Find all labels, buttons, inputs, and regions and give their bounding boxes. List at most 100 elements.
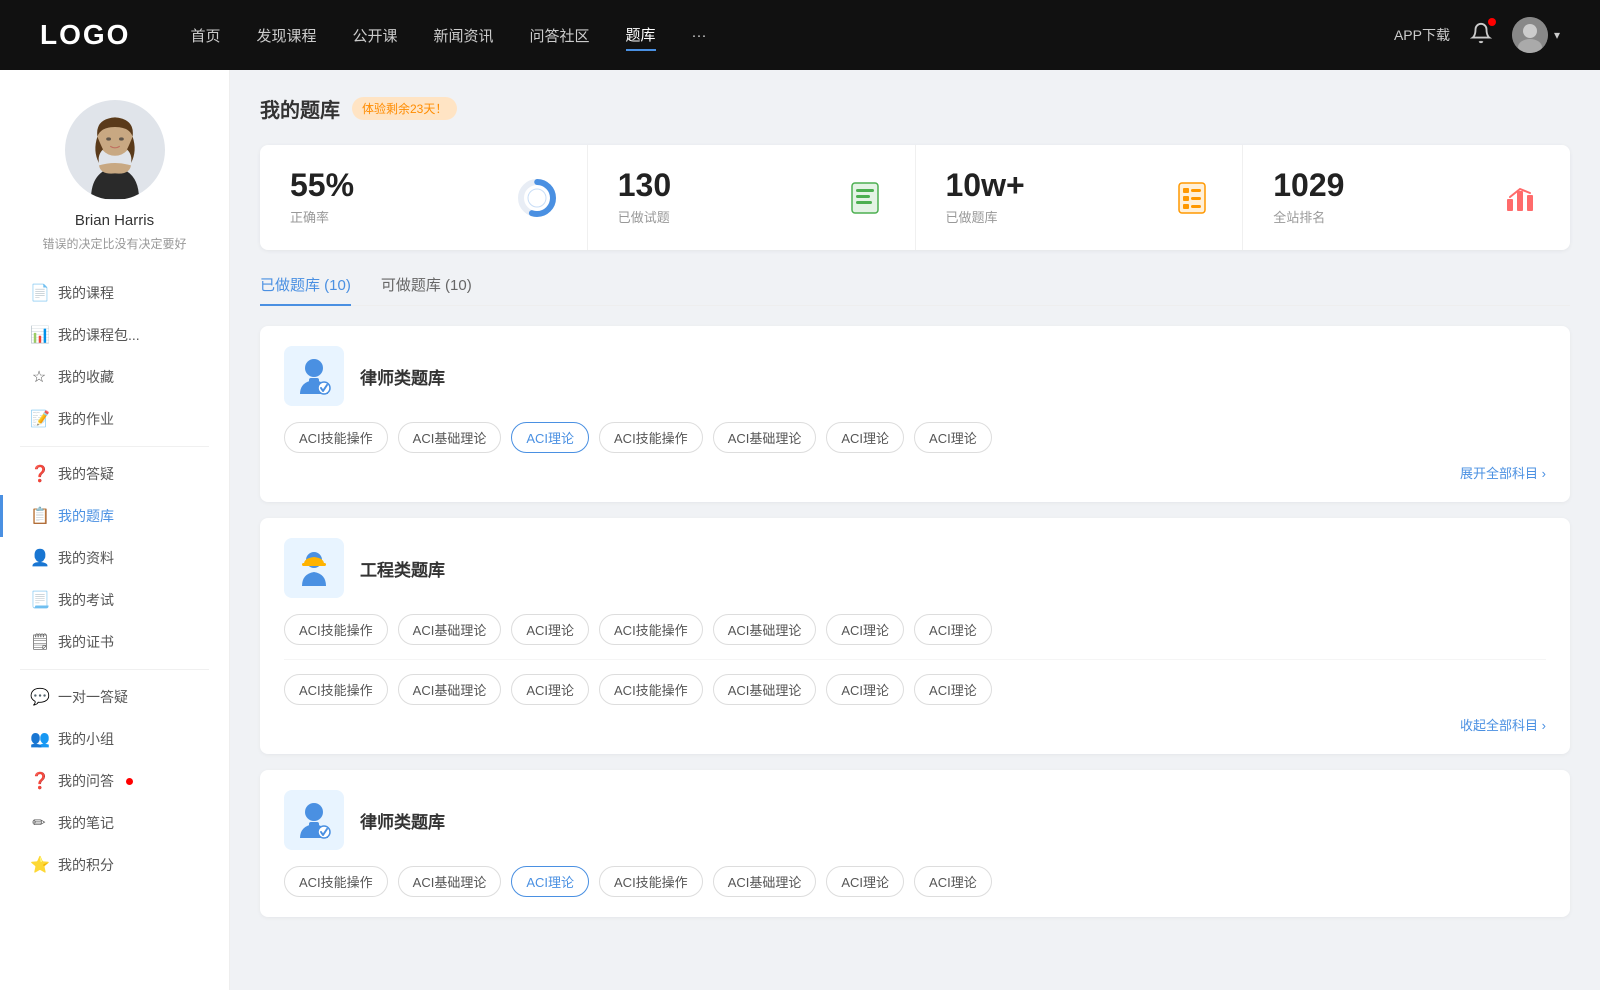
- tag-item[interactable]: ACI理论: [914, 422, 992, 453]
- sidebar: Brian Harris 错误的决定比没有决定要好 📄 我的课程 📊 我的课程包…: [0, 70, 230, 990]
- sidebar-item-my-course[interactable]: 📄 我的课程: [0, 272, 229, 314]
- stat-banks-label: 已做题库: [946, 207, 1157, 226]
- tabs-row: 已做题库 (10) 可做题库 (10): [260, 274, 1570, 306]
- logo[interactable]: LOGO: [40, 19, 130, 51]
- tag-item[interactable]: ACI基础理论: [713, 422, 817, 453]
- tag-item[interactable]: ACI技能操作: [284, 614, 388, 645]
- user-avatar-menu[interactable]: ▾: [1512, 17, 1560, 53]
- nav-questions[interactable]: 题库: [626, 20, 656, 51]
- nav-open-course[interactable]: 公开课: [352, 21, 397, 50]
- tag-item[interactable]: ACI技能操作: [599, 614, 703, 645]
- chart-icon: 📊: [30, 325, 48, 345]
- bank-title-lawyer2: 律师类题库: [360, 808, 445, 833]
- expand-all-link-lawyer1[interactable]: 展开全部科目 ›: [284, 463, 1546, 482]
- question-icon: ❓: [30, 464, 48, 484]
- tag-item[interactable]: ACI理论: [914, 674, 992, 705]
- sidebar-item-label: 我的收藏: [58, 367, 114, 387]
- nav-discover[interactable]: 发现课程: [256, 21, 316, 50]
- tag-item[interactable]: ACI理论: [826, 866, 904, 897]
- sidebar-item-my-data[interactable]: 👤 我的资料: [0, 537, 229, 579]
- dropdown-icon: ▾: [1554, 28, 1560, 42]
- accuracy-donut-icon: [517, 178, 557, 218]
- bank-card-lawyer2: 律师类题库 ACI技能操作 ACI基础理论 ACI理论 ACI技能操作 ACI基…: [260, 770, 1570, 917]
- sidebar-item-group[interactable]: 👥 我的小组: [0, 718, 229, 760]
- tag-item[interactable]: ACI技能操作: [284, 866, 388, 897]
- tag-item[interactable]: ACI技能操作: [284, 674, 388, 705]
- tag-item[interactable]: ACI基础理论: [713, 674, 817, 705]
- nav-qa[interactable]: 问答社区: [530, 21, 590, 50]
- tag-item[interactable]: ACI基础理论: [398, 866, 502, 897]
- tag-item[interactable]: ACI基础理论: [713, 614, 817, 645]
- tag-item[interactable]: ACI理论: [826, 422, 904, 453]
- page-title: 我的题库: [260, 94, 340, 123]
- qa-icon: ❓: [30, 771, 48, 791]
- tag-item[interactable]: ACI基础理论: [398, 674, 502, 705]
- tab-done-banks[interactable]: 已做题库 (10): [260, 274, 351, 305]
- tag-item[interactable]: ACI理论: [914, 866, 992, 897]
- exam-icon: 📃: [30, 590, 48, 610]
- nav-home[interactable]: 首页: [190, 21, 220, 50]
- bank-card-engineer: 工程类题库 ACI技能操作 ACI基础理论 ACI理论 ACI技能操作 ACI基…: [260, 518, 1570, 754]
- lawyer-bank-icon-1: [284, 346, 344, 406]
- nav-divider-2: [20, 669, 209, 670]
- tag-item[interactable]: ACI理论: [511, 674, 589, 705]
- app-download-button[interactable]: APP下载: [1394, 25, 1450, 45]
- sidebar-item-label: 我的小组: [58, 729, 114, 749]
- tag-item-active[interactable]: ACI理论: [511, 866, 589, 897]
- sidebar-item-one-on-one[interactable]: 💬 一对一答疑: [0, 676, 229, 718]
- sidebar-item-label: 我的作业: [58, 409, 114, 429]
- stats-row: 55% 正确率 130 已做试题: [260, 145, 1570, 250]
- sidebar-item-label: 一对一答疑: [58, 687, 128, 707]
- stat-rank: 1029 全站排名: [1243, 145, 1570, 250]
- sheet-icon: [845, 178, 885, 218]
- tag-item[interactable]: ACI基础理论: [398, 422, 502, 453]
- qa-dot-badge: [126, 778, 133, 785]
- sidebar-item-course-package[interactable]: 📊 我的课程包...: [0, 314, 229, 356]
- sidebar-item-my-exam[interactable]: 📃 我的考试: [0, 579, 229, 621]
- tag-item[interactable]: ACI基础理论: [713, 866, 817, 897]
- sidebar-item-homework[interactable]: 📝 我的作业: [0, 398, 229, 440]
- stat-accuracy-value: 55%: [290, 169, 501, 201]
- bank-title-engineer: 工程类题库: [360, 556, 445, 581]
- sidebar-item-points[interactable]: ⭐ 我的积分: [0, 844, 229, 886]
- tag-item[interactable]: ACI技能操作: [284, 422, 388, 453]
- tag-item[interactable]: ACI理论: [511, 614, 589, 645]
- notification-bell[interactable]: [1470, 22, 1492, 49]
- sidebar-item-my-questions[interactable]: ❓ 我的问答: [0, 760, 229, 802]
- nav-more[interactable]: ···: [692, 23, 707, 48]
- homework-icon: 📝: [30, 409, 48, 429]
- sidebar-item-label: 我的笔记: [58, 813, 114, 833]
- tag-item-active[interactable]: ACI理论: [511, 422, 589, 453]
- sidebar-item-certificate[interactable]: 🗒 我的证书: [0, 621, 229, 663]
- bank-tags-row1-engineer: ACI技能操作 ACI基础理论 ACI理论 ACI技能操作 ACI基础理论 AC…: [284, 614, 1546, 645]
- collapse-all-link-engineer[interactable]: 收起全部科目 ›: [284, 715, 1546, 734]
- stat-questions-value: 130: [618, 169, 829, 201]
- tag-item[interactable]: ACI理论: [914, 614, 992, 645]
- tag-item[interactable]: ACI理论: [826, 674, 904, 705]
- sidebar-item-favorites[interactable]: ☆ 我的收藏: [0, 356, 229, 398]
- points-icon: ⭐: [30, 855, 48, 875]
- tag-item[interactable]: ACI理论: [826, 614, 904, 645]
- sidebar-item-label: 我的考试: [58, 590, 114, 610]
- sidebar-item-label: 我的课程包...: [58, 325, 140, 345]
- bank-tags-row-lawyer2: ACI技能操作 ACI基础理论 ACI理论 ACI技能操作 ACI基础理论 AC…: [284, 866, 1546, 897]
- certificate-icon: 🗒: [30, 632, 48, 652]
- sidebar-motto: 错误的决定比没有决定要好: [26, 235, 202, 252]
- stat-banks-value: 10w+: [946, 169, 1157, 201]
- tag-item[interactable]: ACI技能操作: [599, 866, 703, 897]
- tab-available-banks[interactable]: 可做题库 (10): [381, 274, 472, 305]
- lawyer-bank-icon-2: [284, 790, 344, 850]
- sidebar-item-question-bank[interactable]: 📋 我的题库: [0, 495, 229, 537]
- sidebar-item-my-qa[interactable]: ❓ 我的答疑: [0, 453, 229, 495]
- main-content: 我的题库 体验剩余23天！ 55% 正确率: [230, 70, 1600, 990]
- bank-card-lawyer1: 律师类题库 ACI技能操作 ACI基础理论 ACI理论 ACI技能操作 ACI基…: [260, 326, 1570, 502]
- sidebar-item-notes[interactable]: ✏ 我的笔记: [0, 802, 229, 844]
- document-icon: 📄: [30, 283, 48, 303]
- tag-item[interactable]: ACI技能操作: [599, 422, 703, 453]
- tag-item[interactable]: ACI技能操作: [599, 674, 703, 705]
- nav-news[interactable]: 新闻资讯: [434, 21, 494, 50]
- notes-icon: ✏: [30, 813, 48, 833]
- tag-item[interactable]: ACI基础理论: [398, 614, 502, 645]
- sidebar-item-label: 我的资料: [58, 548, 114, 568]
- stat-accuracy-label: 正确率: [290, 207, 501, 226]
